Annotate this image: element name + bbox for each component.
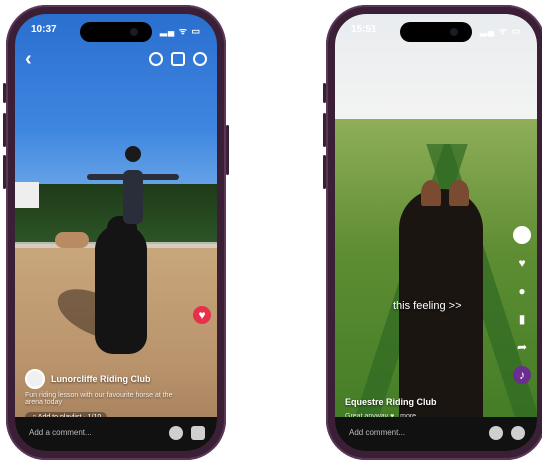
phone-button [323,113,326,147]
caption: Equestre Riding Club Great anyway ♥ ..mo… [345,392,503,420]
comment-input[interactable]: Add comment... [349,428,405,437]
phone-left: 10:37 ▂▄ ᯤ ▭ ‹ ♥ Lunorcliffe Riding Club… [3,5,229,460]
caption-username[interactable]: Lunorcliffe Riding Club [51,374,151,384]
comment-icons [489,426,525,440]
phone-button [3,113,6,147]
bookmark-icon[interactable]: ▮ [513,310,531,328]
horse-ear [421,180,441,206]
heart-icon[interactable]: ♥ [513,254,531,272]
status-bar: 15:51 ▂▄ ᯤ ▭ [351,24,521,38]
avatar-icon[interactable] [513,226,531,244]
video-screen[interactable]: 15:51 ▂▄ ᯤ ▭ this feeling >> ♥ ● ▮ ➦ ♪ E… [335,14,537,451]
status-icons: ▂▄ ᯤ ▭ [479,26,521,36]
phone-button [323,83,326,103]
phone-button [226,125,229,175]
status-time: 15:51 [351,24,377,35]
comment-icons [169,426,205,440]
sound-icon[interactable]: ♪ [513,366,531,384]
right-rail: ♥ ● ▮ ➦ ♪ [513,226,531,384]
top-icons [149,52,207,66]
caption: Lunorcliffe Riding Club Fun riding lesso… [25,369,183,424]
comment-input[interactable]: Add a comment... [29,428,92,437]
video-screen[interactable]: 10:37 ▂▄ ᯤ ▭ ‹ ♥ Lunorcliffe Riding Club… [15,14,217,451]
comment-bar: Add a comment... [15,417,217,451]
avatar[interactable] [25,369,45,389]
share-icon[interactable]: ➦ [513,338,531,356]
background-horse [55,232,89,248]
rider-helmet [125,146,141,162]
comment-icon[interactable]: ● [513,282,531,300]
gift-icon[interactable] [511,426,525,440]
status-time: 10:37 [31,24,57,35]
phone-button [3,155,6,189]
emoji-icon[interactable] [489,426,503,440]
status-icons: ▂▄ ᯤ ▭ [159,26,201,36]
phone-button [3,83,6,103]
house [15,182,39,208]
emoji-icon[interactable] [169,426,183,440]
horse-ear [449,180,469,206]
phone-right: 15:51 ▂▄ ᯤ ▭ this feeling >> ♥ ● ▮ ➦ ♪ E… [323,5,542,460]
gift-icon[interactable] [191,426,205,440]
status-bar: 10:37 ▂▄ ᯤ ▭ [31,24,201,38]
right-rail: ♥ [193,306,211,324]
back-icon[interactable]: ‹ [25,49,32,69]
search-icon[interactable] [149,52,163,66]
comment-bar: Add comment... [335,417,537,451]
settings-icon[interactable] [193,52,207,66]
caption-description: Fun riding lesson with our favourite hor… [25,392,173,406]
rider [123,170,143,224]
top-bar: ‹ [25,49,207,70]
caption-username[interactable]: Equestre Riding Club [345,397,437,407]
phone-button [323,155,326,189]
video-overlay-text: this feeling >> [393,300,462,312]
like-icon[interactable]: ♥ [193,306,211,324]
camera-icon[interactable] [171,52,185,66]
